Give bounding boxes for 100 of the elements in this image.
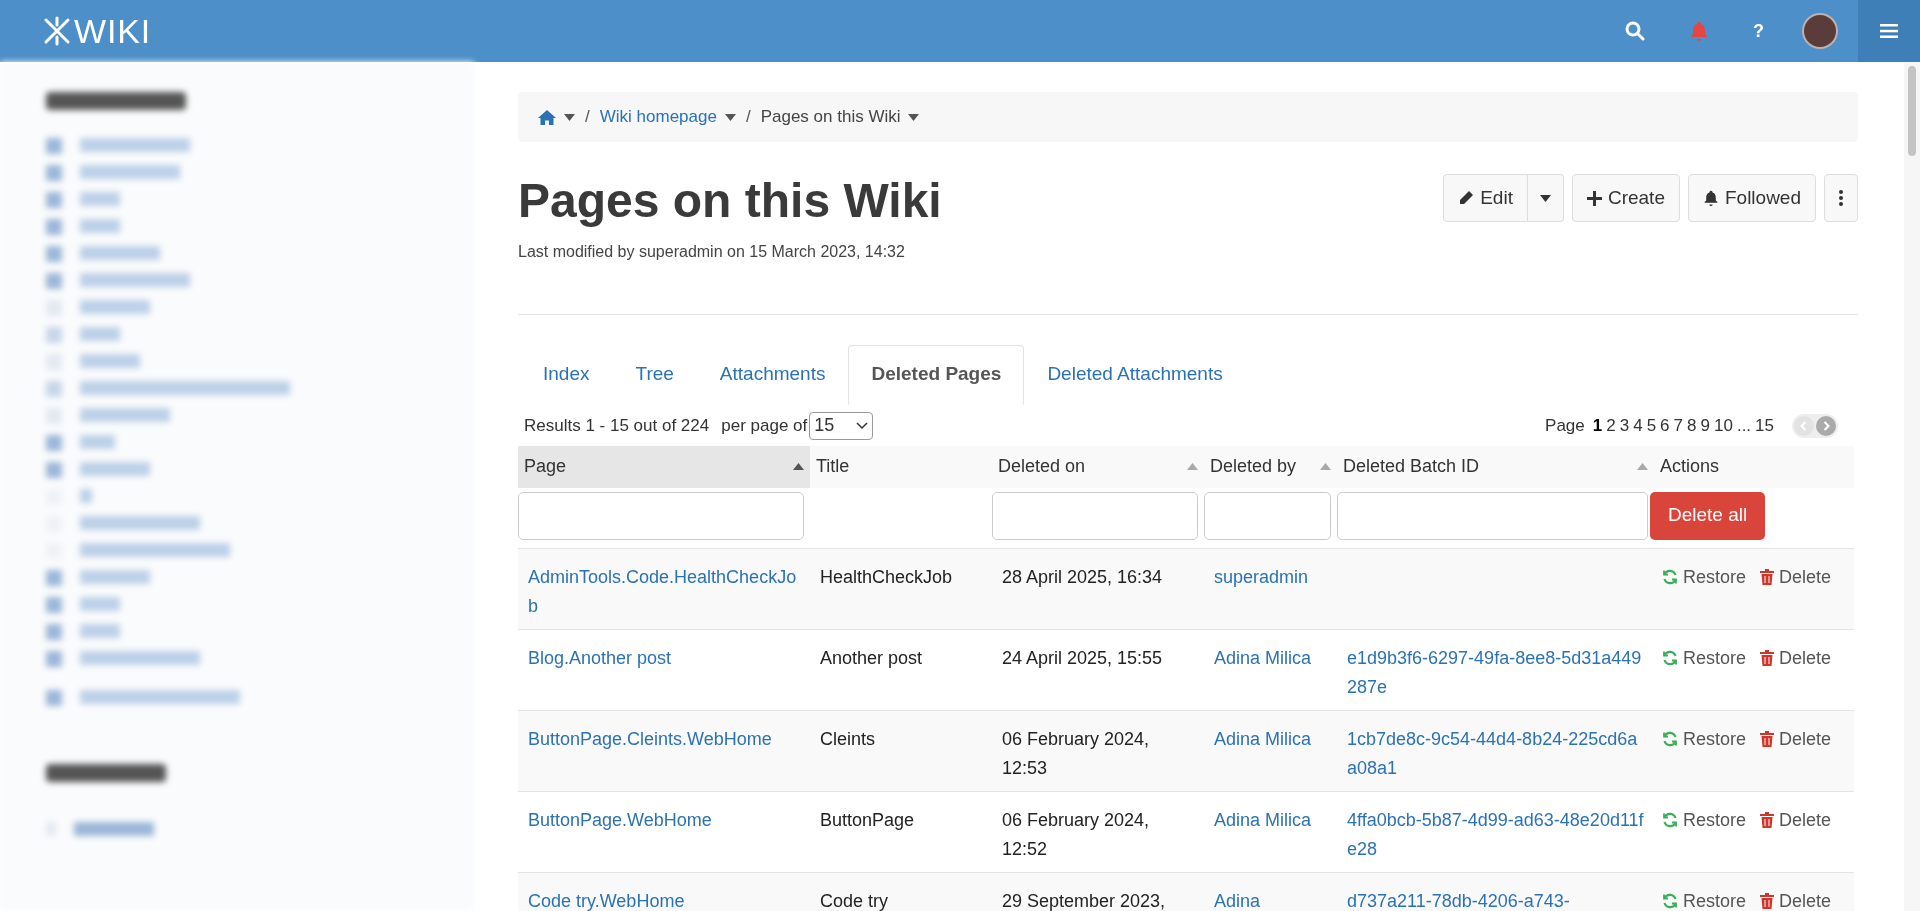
refresh-icon: [1662, 731, 1678, 748]
delete-link[interactable]: Delete: [1760, 562, 1832, 592]
restore-link[interactable]: Restore: [1662, 643, 1747, 673]
batch-id-link[interactable]: 1cb7de8c-9c54-44d4-8b24-225cd6aa08a1: [1347, 724, 1644, 783]
page-link[interactable]: ...: [1736, 412, 1752, 439]
menu-icon: [1880, 23, 1898, 39]
last-modified-text: Last modified by superadmin on 15 March 2023, 14:32: [518, 241, 906, 262]
tab[interactable]: Index: [520, 344, 613, 405]
tab[interactable]: Attachments: [696, 344, 849, 405]
trash-icon: [1760, 650, 1775, 667]
create-button[interactable]: Create: [1571, 174, 1680, 222]
title-text: Another post: [820, 646, 924, 670]
page-link[interactable]: ButtonPage.Cleints.WebHome: [528, 724, 800, 754]
column-header[interactable]: Page: [524, 453, 567, 481]
breadcrumb-separator: /: [745, 106, 751, 129]
bell-icon[interactable]: [1689, 21, 1709, 41]
menu-button[interactable]: [1858, 0, 1920, 62]
delete-link[interactable]: Delete: [1760, 805, 1832, 835]
restore-link[interactable]: Restore: [1662, 886, 1747, 911]
delete-all-button[interactable]: Delete all: [1650, 491, 1766, 540]
trash-icon: [1760, 731, 1775, 748]
followed-button[interactable]: Followed: [1687, 174, 1816, 222]
deleted-date: 06 February 2024, 12:53: [1002, 728, 1150, 778]
user-link[interactable]: Adina Milica: [1214, 647, 1312, 668]
page-link[interactable]: 3: [1619, 412, 1630, 439]
caret-icon: [1539, 194, 1551, 202]
edit-button[interactable]: Edit: [1443, 174, 1528, 222]
previous-page-icon[interactable]: [1794, 415, 1814, 436]
pagination-label: Page: [1545, 414, 1585, 437]
per-page-label: per page of: [721, 414, 808, 437]
breadcrumb-link[interactable]: Wiki homepage: [599, 104, 736, 130]
page-link[interactable]: 10: [1714, 412, 1733, 439]
page-link[interactable]: 6: [1660, 412, 1670, 439]
tab[interactable]: Deleted Pages: [848, 344, 1025, 405]
pencil-icon: [1458, 190, 1475, 206]
delete-link[interactable]: Delete: [1760, 886, 1832, 911]
page-link[interactable]: 8: [1687, 412, 1697, 439]
page-link[interactable]: 15: [1755, 412, 1774, 439]
filter-input[interactable]: [1337, 491, 1648, 540]
batch-id-link[interactable]: d737a211-78db-4206-a743-: [1347, 886, 1644, 911]
avatar[interactable]: [1802, 13, 1838, 49]
home-icon: [538, 109, 556, 125]
refresh-icon: [1662, 650, 1678, 667]
page-link[interactable]: Code try.WebHome: [528, 886, 800, 911]
refresh-icon: [1662, 812, 1678, 829]
trash-icon: [1760, 812, 1775, 829]
home-breadcrumb[interactable]: [538, 109, 575, 125]
refresh-icon: [1662, 893, 1678, 910]
breadcrumb-current[interactable]: Pages on this Wiki: [760, 104, 920, 130]
scrollbar[interactable]: [1904, 62, 1920, 911]
asterisk-icon: [42, 16, 72, 46]
dropdown-toggle[interactable]: [1527, 174, 1564, 222]
title-text: Cleints: [820, 727, 877, 751]
restore-link[interactable]: Restore: [1662, 805, 1747, 835]
tab[interactable]: Deleted Attachments: [1024, 344, 1246, 405]
more-button[interactable]: [1824, 174, 1858, 222]
user-link[interactable]: superadmin: [1214, 566, 1309, 587]
page-link[interactable]: 9: [1700, 412, 1710, 439]
plus-icon: [1586, 190, 1602, 206]
results-summary: Results 1 - 15 out of 224: [524, 414, 710, 437]
deleted-date: 29 September 2023,: [1002, 890, 1166, 911]
caret-icon: [564, 113, 575, 121]
column-header: Actions: [1660, 455, 1720, 479]
tab[interactable]: Tree: [612, 344, 697, 405]
page-title: Pages on this Wiki: [518, 173, 942, 229]
search-icon[interactable]: [1625, 21, 1645, 41]
restore-link[interactable]: Restore: [1662, 724, 1747, 754]
breadcrumb-separator: /: [585, 106, 590, 129]
delete-link[interactable]: Delete: [1760, 643, 1832, 673]
vertical-dots-icon: [1839, 190, 1843, 206]
title-text: ButtonPage: [820, 808, 916, 832]
title-text: HealthCheckJob: [820, 565, 954, 589]
page-link[interactable]: 2: [1606, 412, 1616, 439]
page-link[interactable]: AdminTools.Code.HealthCheckJob: [528, 562, 800, 621]
filter-input[interactable]: [992, 491, 1198, 540]
batch-id-link[interactable]: 4ffa0bcb-5b87-4d99-ad63-48e20d11fe28: [1347, 805, 1644, 864]
page-link[interactable]: Blog.Another post: [528, 643, 800, 673]
page-link[interactable]: 5: [1646, 412, 1657, 439]
deleted-date: 06 February 2024, 12:52: [1002, 809, 1150, 859]
per-page-select[interactable]: 15: [809, 411, 874, 440]
page-link[interactable]: ButtonPage.WebHome: [528, 805, 800, 835]
title-text: Code try: [820, 889, 890, 911]
deleted-date: 28 April 2025, 16:34: [1002, 566, 1163, 587]
page-link[interactable]: 7: [1673, 412, 1684, 439]
user-link[interactable]: Adina: [1214, 890, 1261, 911]
sort-icon[interactable]: [793, 463, 804, 471]
user-link[interactable]: Adina Milica: [1214, 728, 1312, 749]
page-link[interactable]: 1: [1592, 412, 1603, 439]
batch-id-link[interactable]: e1d9b3f6-6297-49fa-8ee8-5d31a449287e: [1347, 643, 1644, 702]
filter-input[interactable]: [518, 491, 804, 540]
delete-link[interactable]: Delete: [1760, 724, 1832, 754]
deleted-date: 24 April 2025, 15:55: [1002, 647, 1163, 668]
filter-input[interactable]: [1204, 491, 1331, 540]
user-link[interactable]: Adina Milica: [1214, 809, 1312, 830]
next-page-icon[interactable]: [1816, 415, 1836, 436]
caret-icon: [908, 113, 920, 121]
restore-link[interactable]: Restore: [1662, 562, 1747, 592]
page-link[interactable]: 4: [1633, 412, 1643, 439]
chevron-down-icon: [856, 421, 869, 430]
column-header: Title: [816, 455, 850, 479]
